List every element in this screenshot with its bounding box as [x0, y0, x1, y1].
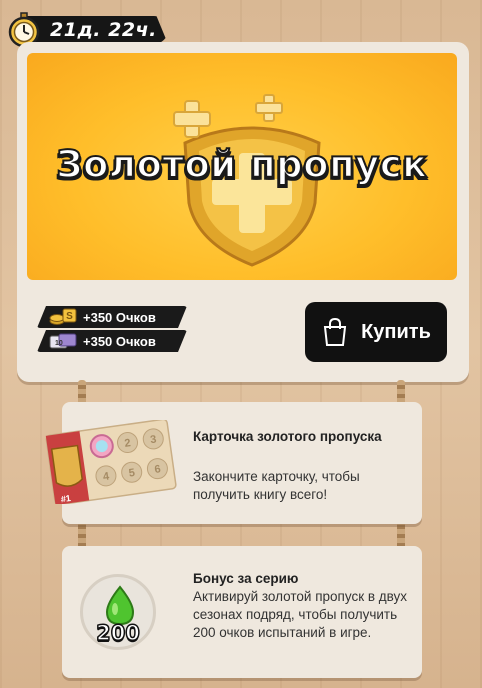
svg-text:S: S — [66, 311, 73, 322]
gold-pass-card-icon: #1 2 3 4 5 6 — [45, 420, 177, 504]
streak-bonus-card[interactable]: 200 Бонус за серию Активируй золотой про… — [62, 546, 422, 678]
card2-title: Бонус за серию — [193, 571, 299, 586]
buy-button[interactable]: Купить — [305, 302, 447, 362]
gold-points-label: +350 Очков — [83, 309, 156, 325]
buy-button-label: Купить — [361, 320, 431, 343]
card2-description: Активируй золотой пропуск в двух сезонах… — [193, 589, 408, 640]
gold-coins-icon: S — [49, 308, 77, 325]
card1-title: Карточка золотого пропуска — [193, 429, 382, 444]
silver-points-row: 10 +350 Очков — [37, 330, 187, 352]
timer-text: 21д. 22ч. — [50, 19, 157, 41]
gold-pass-banner: Золотой пропуск — [27, 53, 457, 280]
silver-tickets-icon: 10 — [49, 333, 77, 349]
svg-text:10: 10 — [55, 340, 63, 347]
season-timer: 21д. 22ч. — [6, 12, 168, 48]
shopping-bag-icon — [323, 317, 347, 346]
banner-title: Золотой пропуск — [55, 142, 428, 187]
card1-description: Закончите карточку, чтобы получить книгу… — [193, 469, 360, 502]
bonus-value: 200 — [95, 620, 140, 646]
gold-pass-card-info[interactable]: #1 2 3 4 5 6 Карточка золотого пропуска … — [45, 402, 422, 524]
gold-points-row: S +350 Очков — [37, 306, 187, 328]
bonus-badge: 200 — [80, 574, 156, 650]
card-tag: #1 — [60, 493, 71, 504]
silver-points-label: +350 Очков — [83, 333, 156, 349]
gold-pass-card: Золотой пропуск S +350 Очков 10 +350 Очк… — [17, 42, 469, 382]
